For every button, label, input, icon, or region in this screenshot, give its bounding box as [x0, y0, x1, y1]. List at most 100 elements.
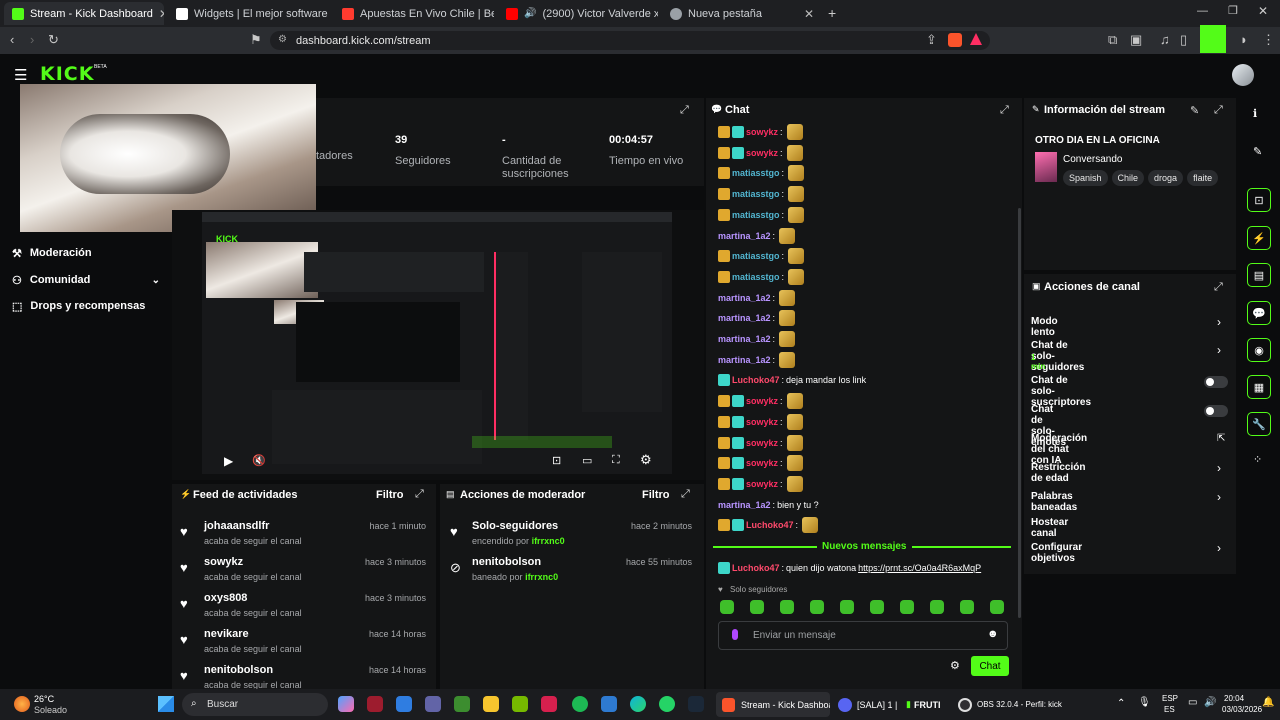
clock-time[interactable]: 20:04	[1224, 694, 1244, 703]
chat-username[interactable]: martina_1a2	[718, 293, 771, 303]
emote-icon[interactable]	[788, 165, 805, 182]
close-tab-icon[interactable]: ✕	[804, 7, 814, 21]
emote-icon[interactable]	[786, 475, 803, 492]
chat-username[interactable]: sowykz	[746, 127, 778, 137]
chat-username[interactable]: matiasstgo	[732, 210, 780, 220]
tag[interactable]: flaite	[1187, 170, 1219, 186]
quick-emote-icon[interactable]	[870, 600, 884, 614]
toggle-switch[interactable]	[1204, 376, 1228, 388]
tag[interactable]: Spanish	[1063, 170, 1108, 186]
edit-icon[interactable]: ✎	[1190, 104, 1199, 117]
app-icon[interactable]	[367, 696, 383, 712]
chevron-up-icon[interactable]: ⌃	[1117, 698, 1125, 709]
brave-rewards-icon[interactable]	[970, 33, 982, 45]
tab-widgets[interactable]: Widgets | El mejor software para poten	[168, 2, 328, 25]
back-icon[interactable]: ‹	[10, 32, 14, 47]
chat-username[interactable]: matiasstgo	[732, 168, 780, 178]
quick-emote-icon[interactable]	[840, 600, 854, 614]
reload-icon[interactable]: ↻	[48, 32, 59, 48]
minimize-icon[interactable]: —	[1197, 5, 1208, 17]
chat-username[interactable]: sowykz	[746, 479, 778, 489]
taskbar-app-obs[interactable]: OBS 32.0.4 - Perfil: kick	[958, 692, 1068, 717]
rail-tools-button[interactable]: 🔧	[1247, 412, 1271, 436]
sidebar-item-drops[interactable]: ⬚ Drops y recompensas	[12, 297, 170, 315]
emote-icon[interactable]	[779, 351, 796, 368]
notification-icon[interactable]: 🔔	[1262, 697, 1274, 708]
emote-icon[interactable]	[786, 393, 803, 410]
teams-icon[interactable]	[425, 696, 441, 712]
emote-icon[interactable]	[786, 413, 803, 430]
activity-username[interactable]: nenitobolson	[204, 664, 273, 676]
tab-kick-dashboard[interactable]: Stream - Kick Dashboard ✕	[4, 2, 164, 25]
toggle-switch[interactable]	[1204, 405, 1228, 417]
expand-icon[interactable]: ⤢	[680, 104, 689, 117]
quick-emote-icon[interactable]	[930, 600, 944, 614]
app-icon[interactable]	[601, 696, 617, 712]
microphone-tray-icon[interactable]: 🎙	[1138, 697, 1151, 708]
emote-icon[interactable]	[786, 144, 803, 161]
emote-icon[interactable]	[779, 331, 796, 347]
sidebar-item-moderacion[interactable]: ⚒ Moderación	[12, 244, 170, 262]
nvidia-icon[interactable]	[512, 696, 528, 712]
chat-username[interactable]: martina_1a2	[718, 355, 771, 365]
rail-chat-button[interactable]: 💬	[1247, 301, 1271, 325]
rail-broadcast-button[interactable]: ◉	[1247, 338, 1271, 362]
expand-icon[interactable]: ⤢	[1000, 104, 1009, 117]
channel-action-label[interactable]: Hostear canal	[1031, 517, 1068, 539]
activity-username[interactable]: sowykz	[204, 556, 243, 568]
chat-link[interactable]: https://prnt.sc/Oa0a4R6axMqP	[858, 563, 981, 573]
extensions-icon[interactable]: ⧉	[1108, 32, 1117, 48]
expand-icon[interactable]: ⤢	[415, 488, 424, 501]
emote-icon[interactable]	[779, 289, 796, 306]
emote-icon[interactable]	[786, 434, 803, 451]
chat-username[interactable]: martina_1a2	[718, 231, 771, 241]
language-label[interactable]: ESP	[1162, 694, 1178, 703]
emote-icon[interactable]	[786, 124, 803, 140]
chat-username[interactable]: martina_1a2	[718, 334, 771, 344]
chat-username[interactable]: sowykz	[746, 417, 778, 427]
forward-icon[interactable]: ›	[30, 32, 34, 47]
category-name[interactable]: Conversando	[1063, 154, 1122, 165]
taskbar-search[interactable]: ⌕ Buscar	[182, 693, 328, 716]
rail-bolt-button[interactable]: ⚡	[1247, 226, 1271, 250]
chat-username[interactable]: matiasstgo	[732, 189, 780, 199]
chat-username[interactable]: sowykz	[746, 458, 778, 468]
chat-settings-icon[interactable]: ⚙	[950, 659, 960, 672]
file-explorer-icon[interactable]	[483, 696, 499, 712]
info-icon[interactable]: ℹ	[1253, 107, 1257, 120]
screenshot-icon[interactable]: ▣	[1130, 32, 1142, 48]
quick-emote-icon[interactable]	[900, 600, 914, 614]
channel-action-label[interactable]: Modo lento	[1031, 316, 1058, 338]
bookmark-icon[interactable]: ⚑	[250, 32, 262, 48]
tag[interactable]: Chile	[1111, 170, 1145, 186]
emote-icon[interactable]	[788, 206, 805, 223]
volume-icon[interactable]: 🔊	[1204, 697, 1216, 708]
quick-emote-icon[interactable]	[810, 600, 824, 614]
brave-shield-icon[interactable]	[948, 33, 962, 47]
sidebar-toggle-icon[interactable]: ▯	[1180, 32, 1187, 48]
rail-capture-button[interactable]: ⊡	[1247, 188, 1271, 212]
clip-icon[interactable]: ⊡	[552, 454, 561, 467]
taskbar-app-brave[interactable]: Stream - Kick Dashboar	[716, 692, 830, 717]
windows-start-icon[interactable]	[158, 696, 174, 712]
url-field[interactable]: ⚙ dashboard.kick.com/stream	[270, 31, 990, 50]
new-tab-button[interactable]: +	[828, 5, 836, 21]
emote-icon[interactable]	[788, 186, 805, 203]
adobe-icon[interactable]	[541, 696, 557, 712]
chat-username[interactable]: martina_1a2	[718, 500, 771, 510]
tag[interactable]: droga	[1148, 170, 1184, 186]
emoji-icon[interactable]: ☻	[987, 628, 999, 640]
chat-username[interactable]: matiasstgo	[732, 251, 780, 261]
filter-button[interactable]: Filtro	[642, 489, 670, 501]
emote-icon[interactable]	[802, 517, 819, 534]
quick-emote-icon[interactable]	[960, 600, 974, 614]
kick-extension-icon[interactable]	[1200, 25, 1226, 53]
theater-icon[interactable]: ▭	[582, 454, 592, 467]
microphone-icon[interactable]	[732, 629, 738, 640]
steam-icon[interactable]	[688, 696, 704, 712]
rail-doc-button[interactable]: ▤	[1247, 263, 1271, 287]
hamburger-menu-icon[interactable]: ☰	[14, 66, 27, 84]
tab-youtube[interactable]: 🔊 (2900) Victor Valverde x JR Torres	[498, 2, 658, 25]
channel-action-label[interactable]: Configurar objetivos	[1031, 542, 1082, 564]
chat-scrollbar[interactable]	[1018, 208, 1021, 618]
